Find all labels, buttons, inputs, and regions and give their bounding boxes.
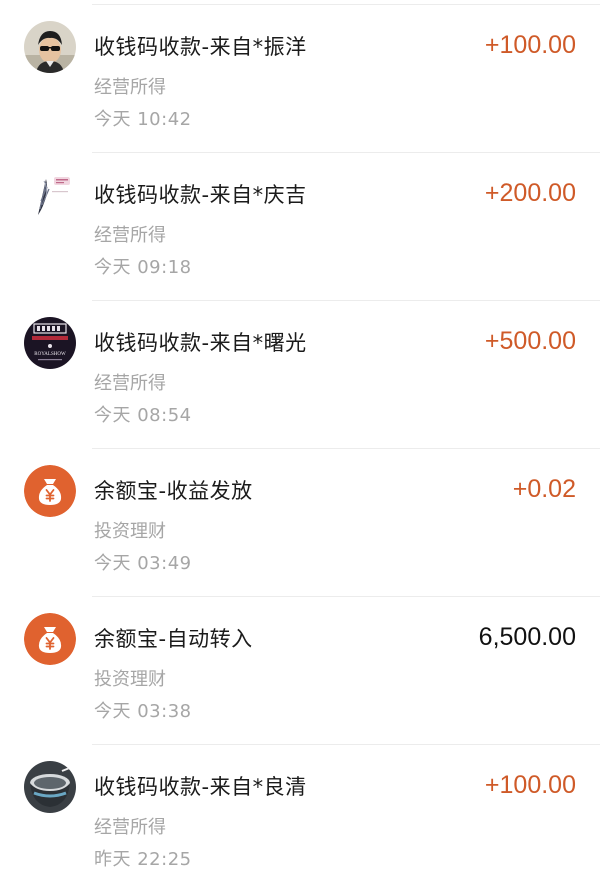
transaction-time: 今天 10:42 [94,109,192,130]
transaction-title: 收钱码收款-来自*振洋 [94,35,307,59]
transaction-title: 收钱码收款-来自*曙光 [94,331,307,355]
transaction-title: 余额宝-收益发放 [94,479,253,503]
transaction-title: 余额宝-自动转入 [94,627,253,651]
transaction-amount: 6,500.00 [478,623,576,651]
transaction-amount: +100.00 [484,31,576,59]
transaction-amount: +200.00 [484,179,576,207]
transaction-category: 经营所得 [94,817,166,838]
transaction-category: 经营所得 [94,225,166,246]
royalshow-logo-avatar-icon: ROYALSHOW [24,317,76,369]
transaction-row[interactable]: 余额宝-收益发放 投资理财 今天 03:49 +0.02 [0,449,600,597]
feather-logo-avatar-icon [24,169,76,221]
transaction-category: 经营所得 [94,373,166,394]
transaction-amount: +500.00 [484,327,576,355]
transaction-row[interactable]: 余额宝-自动转入 投资理财 今天 03:38 6,500.00 [0,597,600,745]
transaction-row[interactable]: ROYALSHOW 收钱码收款-来自*曙光 经营所得 今天 08:54 +500… [0,301,600,449]
transaction-time: 昨天 22:25 [94,849,192,870]
person-avatar-sunglasses-icon [24,21,76,73]
transaction-time: 今天 03:49 [94,553,192,574]
transaction-title: 收钱码收款-来自*良清 [94,775,307,799]
transaction-row[interactable]: 收钱码收款-来自*良清 经营所得 昨天 22:25 +100.00 [0,745,600,893]
transaction-amount: +0.02 [512,475,576,503]
transaction-category: 经营所得 [94,77,166,98]
transaction-category: 投资理财 [94,669,166,690]
transaction-time: 今天 09:18 [94,257,192,278]
money-bag-icon [24,465,76,517]
transaction-list: 收钱码收款-来自*振洋 经营所得 今天 10:42 +100.00 收钱码收款-… [0,5,600,893]
transaction-time: 今天 03:38 [94,701,192,722]
transaction-row[interactable]: 收钱码收款-来自*振洋 经营所得 今天 10:42 +100.00 [0,5,600,153]
transaction-title: 收钱码收款-来自*庆吉 [94,183,307,207]
transaction-time: 今天 08:54 [94,405,192,426]
transaction-row[interactable]: 收钱码收款-来自*庆吉 经营所得 今天 09:18 +200.00 [0,153,600,301]
transaction-amount: +100.00 [484,771,576,799]
cup-photo-avatar-icon [24,761,76,813]
transaction-category: 投资理财 [94,521,166,542]
royalshow-logo-text: ROYALSHOW [34,352,66,357]
money-bag-icon [24,613,76,665]
